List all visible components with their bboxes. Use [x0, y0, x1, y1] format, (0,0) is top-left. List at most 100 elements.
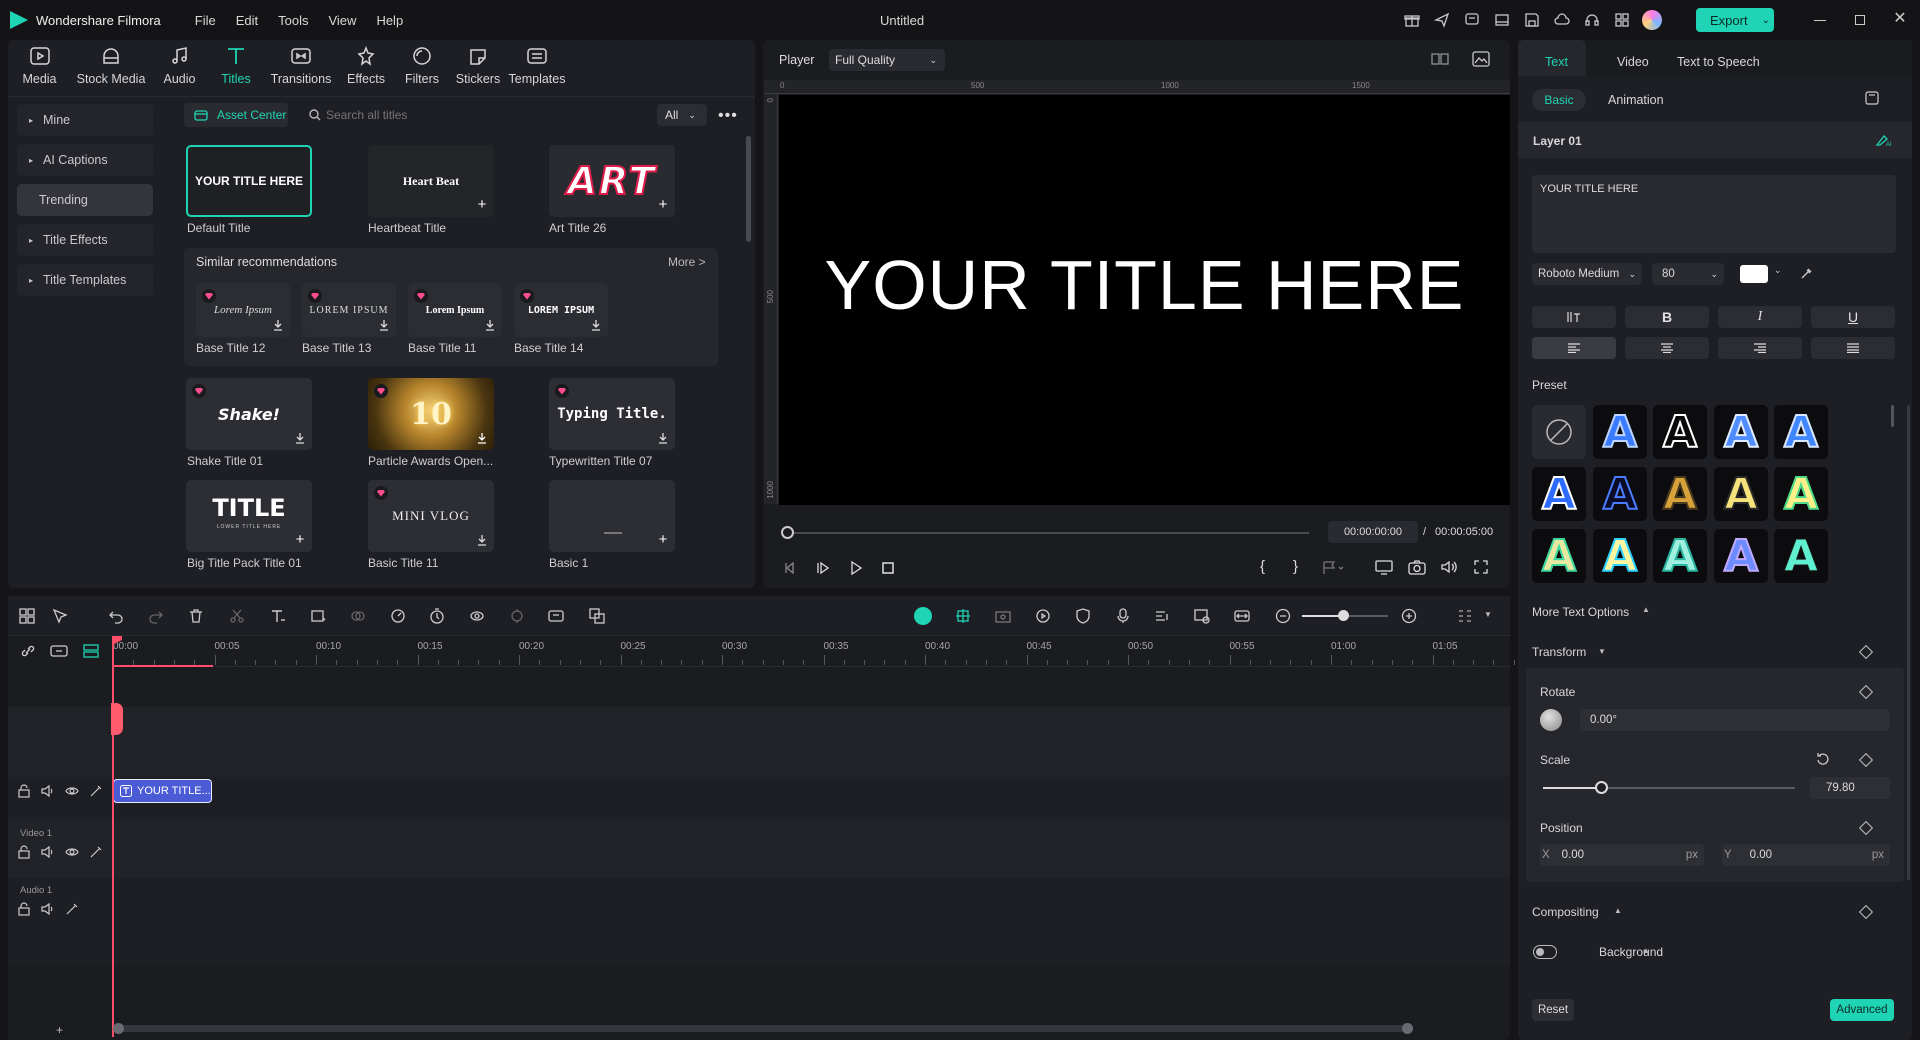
bold-button[interactable]: B	[1625, 306, 1709, 328]
title-thumb-basic-title-11[interactable]: MINI VLOG	[368, 480, 494, 552]
tab-titles[interactable]: Titles	[208, 46, 264, 86]
chevron-down-icon[interactable]: ⌄	[1774, 265, 1782, 276]
snapshot-icon[interactable]	[1192, 606, 1212, 626]
color-icon[interactable]	[348, 606, 368, 626]
camera-snapshot-icon[interactable]	[1408, 559, 1426, 575]
title-thumb-typewritten-07[interactable]: Typing Title.	[549, 378, 675, 450]
link-clips-icon[interactable]	[20, 643, 36, 659]
zoom-in-icon[interactable]	[1399, 606, 1419, 626]
more-text-options-toggle[interactable]: More Text Options	[1532, 605, 1629, 619]
add-track-icon[interactable]	[50, 644, 68, 658]
preset-none[interactable]	[1532, 405, 1586, 459]
tab-transitions[interactable]: Transitions	[264, 46, 338, 86]
preset-14[interactable]: A	[1774, 529, 1828, 583]
preset-7[interactable]: A	[1653, 467, 1707, 521]
quality-select[interactable]: Full Quality ⌄	[829, 49, 945, 71]
text-color-swatch[interactable]	[1740, 265, 1768, 283]
reset-scale-icon[interactable]	[1816, 752, 1830, 766]
layout-switch-icon[interactable]	[17, 606, 37, 626]
property-scrollbar[interactable]	[1907, 405, 1910, 880]
menu-edit[interactable]: Edit	[236, 13, 258, 28]
rotate-dial[interactable]	[1540, 709, 1562, 731]
background-toggle[interactable]	[1533, 945, 1557, 959]
similar-thumb-base-13[interactable]: LOREM IPSUM	[302, 283, 396, 337]
tab-text[interactable]: Text	[1545, 55, 1568, 69]
mask-icon[interactable]	[467, 606, 487, 626]
filter-select[interactable]: All ⌄	[657, 104, 707, 126]
ai-smart-cut-icon[interactable]	[953, 606, 973, 626]
sidebar-item-trending[interactable]: Trending	[17, 184, 153, 216]
speaker-icon[interactable]	[41, 845, 55, 859]
fullscreen-icon[interactable]	[1473, 559, 1489, 575]
menu-tools[interactable]: Tools	[278, 13, 308, 28]
preset-9[interactable]: A	[1774, 467, 1828, 521]
sidebar-item-title-templates[interactable]: ▸ Title Templates	[17, 264, 153, 296]
caret-down-icon[interactable]: ▼	[1598, 647, 1606, 656]
asset-center-button[interactable]: Asset Center	[184, 103, 288, 127]
previous-frame-icon[interactable]	[782, 560, 798, 576]
reset-button[interactable]: Reset	[1532, 999, 1574, 1021]
tab-filters[interactable]: Filters	[394, 46, 450, 86]
more-link[interactable]: More >	[668, 255, 706, 269]
lock-icon[interactable]	[17, 845, 31, 859]
preset-3[interactable]: A	[1714, 405, 1768, 459]
playhead[interactable]	[112, 637, 114, 1037]
title-thumb-art-26[interactable]: ART +	[549, 145, 675, 217]
preset-1[interactable]: A	[1593, 405, 1647, 459]
menu-file[interactable]: File	[195, 13, 216, 28]
caret-up-icon[interactable]: ▲	[1614, 906, 1622, 915]
preset-10[interactable]: A	[1532, 529, 1586, 583]
scale-input[interactable]: 79.80	[1810, 777, 1890, 799]
compositing-section-label[interactable]: Compositing	[1532, 905, 1599, 919]
title-thumb-particle-awards[interactable]: 10	[368, 378, 494, 450]
title-thumb-heartbeat[interactable]: Heart Beat +	[368, 145, 494, 217]
preset-2[interactable]: A	[1653, 405, 1707, 459]
tab-effects[interactable]: Effects	[338, 46, 394, 86]
marker-dropdown-icon[interactable]	[1322, 560, 1346, 576]
caret-down-icon[interactable]: ▼	[1484, 610, 1492, 619]
stabilize-icon[interactable]	[507, 606, 527, 626]
more-options-icon[interactable]: •••	[718, 107, 738, 125]
sidebar-item-mine[interactable]: ▸ Mine	[17, 104, 153, 136]
render-icon[interactable]	[993, 606, 1013, 626]
feedback-icon[interactable]	[1457, 5, 1487, 35]
magic-wand-icon[interactable]	[89, 845, 103, 859]
voiceover-icon[interactable]	[1152, 606, 1172, 626]
image-snapshot-icon[interactable]	[1472, 51, 1490, 67]
send-icon[interactable]	[1427, 5, 1457, 35]
gift-icon[interactable]	[1397, 5, 1427, 35]
record-icon[interactable]	[1033, 606, 1053, 626]
preset-4[interactable]: A	[1774, 405, 1828, 459]
ai-edit-icon[interactable]: AI	[1875, 133, 1893, 147]
scale-slider-track[interactable]	[1543, 781, 1795, 794]
play-icon[interactable]	[848, 560, 864, 576]
cloud-upload-icon[interactable]	[1547, 5, 1577, 35]
step-play-icon[interactable]	[815, 560, 831, 576]
lock-icon[interactable]	[17, 784, 31, 798]
eyedropper-icon[interactable]	[1800, 266, 1814, 280]
stop-icon[interactable]	[880, 560, 896, 576]
select-tool-icon[interactable]	[50, 606, 70, 626]
position-y-input[interactable]: Y 0.00 px	[1722, 844, 1890, 866]
add-icon[interactable]: +	[656, 532, 670, 547]
title-thumb-shake-01[interactable]: Shake!	[186, 378, 312, 450]
preset-11[interactable]: A	[1593, 529, 1647, 583]
magic-wand-icon[interactable]	[65, 902, 79, 916]
fit-timeline-icon[interactable]	[1232, 606, 1252, 626]
caret-up-icon[interactable]: ▲	[1642, 605, 1650, 614]
title-thumb-default[interactable]: YOUR TITLE HERE	[186, 145, 312, 217]
magic-wand-icon[interactable]	[89, 784, 103, 798]
sidebar-item-ai-captions[interactable]: ▸ AI Captions	[17, 144, 153, 176]
tab-media[interactable]: Media	[8, 46, 71, 86]
track-layout-icon[interactable]	[1455, 606, 1475, 626]
rotate-input[interactable]: 0.00°	[1580, 709, 1890, 731]
ai-copilot-icon[interactable]	[913, 606, 933, 626]
align-justify-button[interactable]	[1811, 337, 1895, 359]
tab-stock-media[interactable]: Stock Media	[71, 46, 151, 86]
title-clip[interactable]: YOUR TITLE...	[113, 779, 212, 803]
apps-grid-icon[interactable]	[1607, 5, 1637, 35]
tab-audio[interactable]: Audio	[151, 46, 208, 86]
tab-video[interactable]: Video	[1617, 55, 1649, 69]
speaker-icon[interactable]	[41, 784, 55, 798]
player-progress-handle[interactable]	[781, 526, 794, 539]
